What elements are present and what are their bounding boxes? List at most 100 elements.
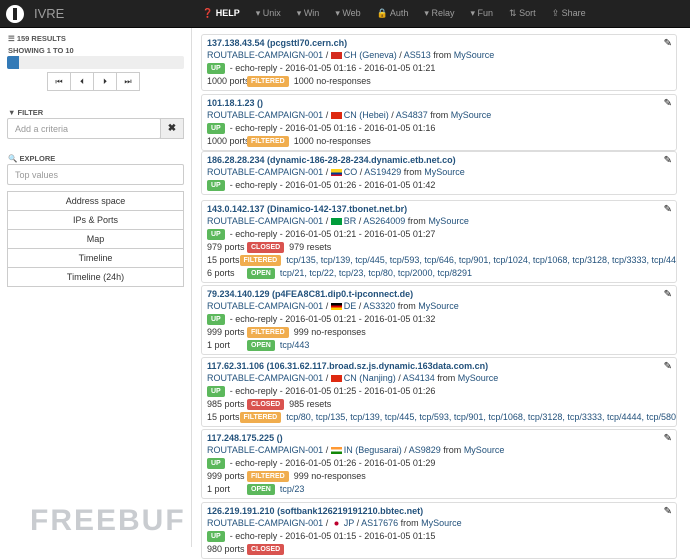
- source-link[interactable]: MySource: [454, 50, 495, 60]
- source-link[interactable]: MySource: [418, 301, 459, 311]
- first-page-button[interactable]: ⏮: [47, 72, 71, 91]
- ports-count: 6 ports: [207, 268, 235, 278]
- ports-row: 1 port OPEN tcp/443: [207, 339, 671, 351]
- source-link[interactable]: MySource: [421, 518, 462, 528]
- nav-item-help[interactable]: ❓ HELP: [194, 8, 248, 19]
- result-title[interactable]: 117.248.175.225 (): [207, 433, 671, 444]
- source-link[interactable]: MySource: [428, 216, 469, 226]
- location-link[interactable]: CN (Nanjing): [344, 373, 396, 383]
- nav-item-web[interactable]: ▾ Web: [327, 8, 368, 19]
- nav-item-fun[interactable]: ▾ Fun: [462, 8, 501, 19]
- location-link[interactable]: CH (Geneva): [344, 50, 397, 60]
- up-badge: UP: [207, 313, 225, 325]
- up-badge: UP: [207, 385, 225, 397]
- ports-count: 15 ports: [207, 412, 240, 422]
- as-link[interactable]: AS9829: [409, 445, 441, 455]
- ports-count: 1000 ports: [207, 136, 250, 146]
- ports-info[interactable]: tcp/80, tcp/135, tcp/139, tcp/445, tcp/5…: [286, 411, 676, 423]
- last-page-button[interactable]: ⏭: [116, 72, 140, 91]
- status-reason: - echo-reply - 2016-01-05 01:26 - 2016-0…: [229, 180, 436, 190]
- edit-pencil-icon[interactable]: ✎: [664, 155, 672, 166]
- edit-pencil-icon[interactable]: ✎: [664, 38, 672, 49]
- clear-filter-button[interactable]: ✖: [160, 118, 184, 139]
- as-link[interactable]: AS264009: [363, 216, 405, 226]
- source-link[interactable]: MySource: [464, 445, 505, 455]
- source-link[interactable]: MySource: [458, 373, 499, 383]
- nav-item-share[interactable]: ⇪ Share: [544, 8, 594, 19]
- campaign-link[interactable]: ROUTABLE-CAMPAIGN-001: [207, 110, 323, 120]
- port-state-badge: FILTERED: [247, 470, 289, 482]
- flag-ch-icon: [330, 52, 342, 60]
- nav-item-label: Relay: [431, 8, 455, 18]
- result-title[interactable]: 126.219.191.210 (softbank126219191210.bb…: [207, 506, 671, 517]
- share-icon: ⇪: [551, 8, 562, 18]
- nav-item-label: Unix: [262, 8, 281, 18]
- edit-pencil-icon[interactable]: ✎: [664, 506, 672, 517]
- campaign-link[interactable]: ROUTABLE-CAMPAIGN-001: [207, 167, 323, 177]
- view-timeline-24h-[interactable]: Timeline (24h): [7, 267, 184, 287]
- as-link[interactable]: AS3320: [363, 301, 395, 311]
- result-title[interactable]: 186.28.28.234 (dynamic-186-28-28-234.dyn…: [207, 155, 671, 166]
- edit-pencil-icon[interactable]: ✎: [664, 98, 672, 109]
- result-title[interactable]: 143.0.142.137 (Dinamico-142-137.tbonet.n…: [207, 204, 671, 215]
- campaign-link[interactable]: ROUTABLE-CAMPAIGN-001: [207, 445, 323, 455]
- ports-info[interactable]: tcp/21, tcp/22, tcp/23, tcp/80, tcp/2000…: [280, 267, 472, 279]
- location-link[interactable]: IN (Begusarai): [344, 445, 402, 455]
- view-address-space[interactable]: Address space: [7, 191, 184, 211]
- result-location-line: ROUTABLE-CAMPAIGN-001 / BR / AS264009 fr…: [207, 215, 671, 227]
- prev-page-button[interactable]: ⏴: [70, 72, 94, 91]
- status-row: UP - echo-reply - 2016-01-05 01:25 - 2016…: [207, 385, 671, 397]
- brand[interactable]: IVRE: [0, 4, 190, 23]
- location-link[interactable]: JP: [344, 518, 354, 528]
- view-ips-ports[interactable]: IPs & Ports: [7, 210, 184, 230]
- ports-info[interactable]: tcp/23: [280, 483, 305, 495]
- flag-jp-icon: [330, 520, 342, 528]
- filter-input[interactable]: Add a criteria: [7, 118, 161, 139]
- campaign-link[interactable]: ROUTABLE-CAMPAIGN-001: [207, 518, 323, 528]
- campaign-link[interactable]: ROUTABLE-CAMPAIGN-001: [207, 373, 323, 383]
- as-link[interactable]: AS4837: [396, 110, 428, 120]
- nav-item-win[interactable]: ▾ Win: [289, 8, 328, 19]
- edit-pencil-icon[interactable]: ✎: [664, 433, 672, 444]
- ports-info[interactable]: tcp/135, tcp/139, tcp/445, tcp/593, tcp/…: [286, 254, 676, 266]
- edit-pencil-icon[interactable]: ✎: [664, 361, 672, 372]
- explore-input[interactable]: Top values: [7, 164, 184, 185]
- source-link[interactable]: MySource: [451, 110, 492, 120]
- as-link[interactable]: AS513: [404, 50, 431, 60]
- result-title[interactable]: 101.18.1.23 (): [207, 98, 671, 109]
- campaign-link[interactable]: ROUTABLE-CAMPAIGN-001: [207, 50, 323, 60]
- location-link[interactable]: CN (Hebei): [344, 110, 389, 120]
- result-location-line: ROUTABLE-CAMPAIGN-001 / CH (Geneva) / AS…: [207, 49, 671, 61]
- view-timeline[interactable]: Timeline: [7, 248, 184, 268]
- ports-row: 15 ports FILTERED tcp/80, tcp/135, tcp/139…: [207, 411, 676, 423]
- as-link[interactable]: AS17676: [361, 518, 398, 528]
- nav-item-unix[interactable]: ▾ Unix: [248, 8, 289, 19]
- from-label: from: [434, 373, 458, 383]
- edit-pencil-icon[interactable]: ✎: [664, 289, 672, 300]
- view-map[interactable]: Map: [7, 229, 184, 249]
- as-link[interactable]: AS19429: [364, 167, 401, 177]
- nav-item-auth[interactable]: 🔒 Auth: [369, 8, 417, 19]
- ports-row: 1 port OPEN tcp/23: [207, 483, 671, 495]
- source-link[interactable]: MySource: [424, 167, 465, 177]
- ports-count: 979 ports: [207, 242, 245, 252]
- campaign-link[interactable]: ROUTABLE-CAMPAIGN-001: [207, 301, 323, 311]
- campaign-link[interactable]: ROUTABLE-CAMPAIGN-001: [207, 216, 323, 226]
- up-badge: UP: [207, 62, 225, 74]
- separator: /: [323, 445, 331, 455]
- up-badge: UP: [207, 122, 225, 134]
- edit-pencil-icon[interactable]: ✎: [664, 204, 672, 215]
- result-title[interactable]: 79.234.140.129 (p4FEA8C81.dip0.t-ipconne…: [207, 289, 671, 300]
- location-link[interactable]: DE: [344, 301, 357, 311]
- next-page-button[interactable]: ⏵: [93, 72, 117, 91]
- result-location-line: ROUTABLE-CAMPAIGN-001 / CO / AS19429 fro…: [207, 166, 671, 178]
- location-link[interactable]: CO: [344, 167, 358, 177]
- port-state-badge: FILTERED: [239, 411, 282, 423]
- as-link[interactable]: AS4134: [403, 373, 435, 383]
- result-title[interactable]: 137.138.43.54 (pcgsttl70.cern.ch): [207, 38, 671, 49]
- nav-item-sort[interactable]: ⇅ Sort: [501, 8, 544, 19]
- result-title[interactable]: 117.62.31.106 (106.31.62.117.broad.sz.js…: [207, 361, 671, 372]
- location-link[interactable]: BR: [344, 216, 357, 226]
- nav-item-relay[interactable]: ▾ Relay: [416, 8, 462, 19]
- ports-info[interactable]: tcp/443: [280, 339, 310, 351]
